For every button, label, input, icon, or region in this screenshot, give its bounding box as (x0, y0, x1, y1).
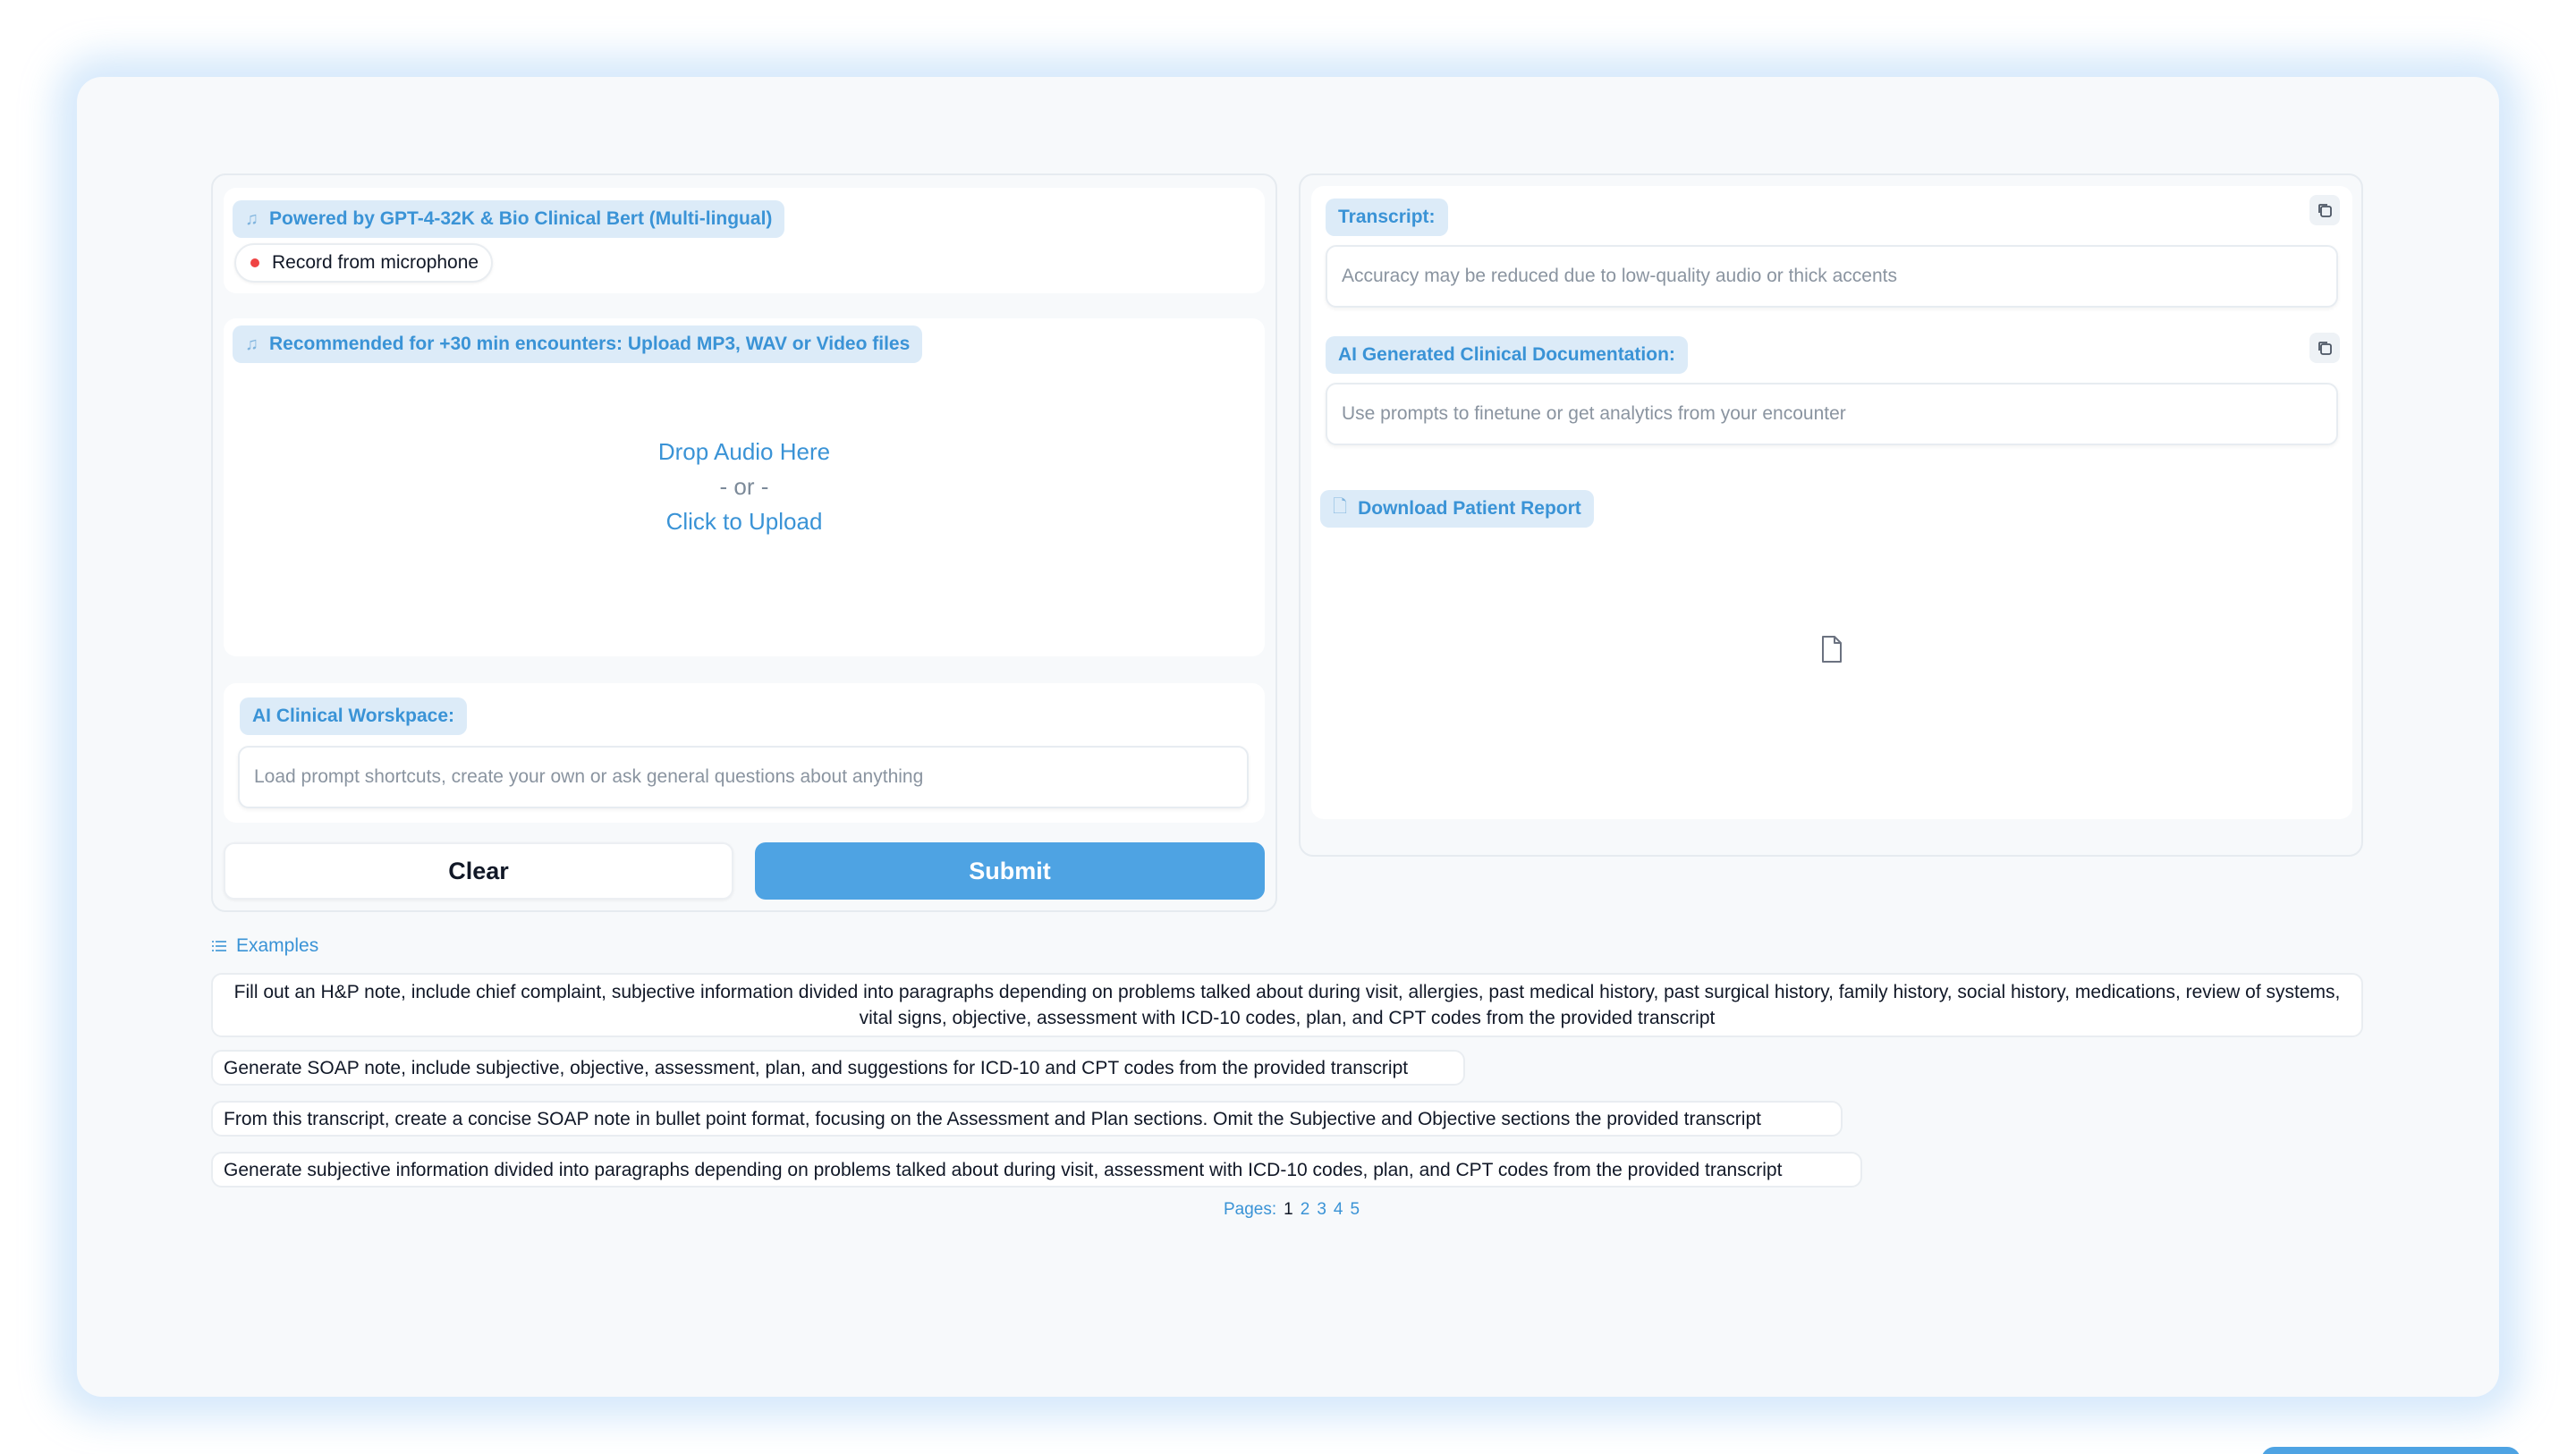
pagination: Pages: 1 2 3 4 5 (1224, 1200, 1360, 1220)
submit-button[interactable]: Submit (755, 842, 1265, 900)
workspace-placeholder: Load prompt shortcuts, create your own o… (254, 766, 924, 787)
music-note-icon: ♫ (245, 208, 258, 229)
music-note-icon: ♫ (245, 334, 258, 354)
clear-button[interactable]: Clear (224, 842, 733, 900)
transcript-placeholder: Accuracy may be reduced due to low-quali… (1342, 266, 1897, 286)
mic-section-label-text: Powered by GPT-4-32K & Bio Clinical Bert… (269, 208, 773, 229)
page-1-link[interactable]: 1 (1284, 1200, 1293, 1220)
transcript-label-text: Transcript: (1338, 207, 1436, 227)
example-text: Generate SOAP note, include subjective, … (224, 1057, 1409, 1078)
clinical-workspace-section: AI Clinical Worskpace: Load prompt short… (224, 683, 1265, 823)
page-5-link[interactable]: 5 (1350, 1200, 1360, 1220)
example-text: Fill out an H&P note, include chief comp… (233, 982, 2341, 1028)
input-panel: ♫ Powered by GPT-4-32K & Bio Clinical Be… (211, 173, 1277, 912)
upload-section-label: ♫ Recommended for +30 min encounters: Up… (233, 325, 923, 363)
transcript-label: Transcript: (1326, 199, 1448, 236)
upload-section-label-text: Recommended for +30 min encounters: Uplo… (269, 334, 911, 354)
file-icon (1822, 636, 1842, 663)
copy-transcript-button[interactable] (2309, 195, 2340, 225)
record-microphone-button[interactable]: Record from microphone (234, 243, 494, 283)
workspace-label: AI Clinical Worskpace: (240, 697, 468, 735)
workspace-input[interactable]: Load prompt shortcuts, create your own o… (238, 746, 1249, 808)
example-text: Generate subjective information divided … (224, 1159, 1783, 1180)
example-text: From this transcript, create a concise S… (224, 1108, 1761, 1129)
drop-audio-text: Drop Audio Here (657, 438, 831, 465)
copy-icon (2318, 342, 2332, 355)
record-label: Record from microphone (272, 252, 479, 273)
list-icon (212, 941, 226, 951)
example-item[interactable]: Generate subjective information divided … (211, 1152, 1862, 1188)
workspace-label-text: AI Clinical Worskpace: (252, 706, 455, 726)
output-panel: Transcript: Accuracy may be reduced due … (1299, 173, 2363, 857)
page-3-link[interactable]: 3 (1317, 1200, 1326, 1220)
examples-title: Examples (236, 935, 319, 956)
drop-or-text: - or - (719, 473, 769, 500)
transcript-output[interactable]: Accuracy may be reduced due to low-quali… (1326, 245, 2338, 308)
example-item[interactable]: Fill out an H&P note, include chief comp… (211, 973, 2363, 1037)
report-file-placeholder (1820, 635, 1843, 668)
documentation-label-text: AI Generated Clinical Documentation: (1338, 344, 1675, 365)
examples-header: Examples (211, 935, 318, 957)
record-dot-icon (250, 258, 259, 267)
floating-action-button[interactable] (2261, 1447, 2521, 1454)
pages-label: Pages: (1224, 1200, 1277, 1219)
copy-documentation-button[interactable] (2309, 333, 2340, 363)
patient-report-label-text: Download Patient Report (1358, 498, 1581, 519)
documentation-placeholder: Use prompts to finetune or get analytics… (1342, 403, 1846, 424)
documentation-output[interactable]: Use prompts to finetune or get analytics… (1326, 383, 2338, 445)
patient-report-label: 🗋 Download Patient Report (1320, 490, 1594, 528)
click-to-upload-text[interactable]: Click to Upload (224, 504, 1265, 539)
documentation-label: AI Generated Clinical Documentation: (1326, 336, 1688, 374)
patient-report-section: 🗋 Download Patient Report (1311, 485, 2352, 819)
mic-section-label: ♫ Powered by GPT-4-32K & Bio Clinical Be… (233, 200, 785, 238)
audio-drop-zone[interactable]: Drop Audio Here - or - Click to Upload (224, 435, 1265, 539)
copy-icon (2318, 204, 2332, 217)
file-icon: 🗋 (1333, 497, 1348, 517)
audio-upload-section: ♫ Recommended for +30 min encounters: Up… (224, 318, 1265, 656)
example-item[interactable]: From this transcript, create a concise S… (211, 1101, 1843, 1137)
microphone-section: ♫ Powered by GPT-4-32K & Bio Clinical Be… (224, 188, 1265, 293)
example-item[interactable]: Generate SOAP note, include subjective, … (211, 1050, 1465, 1086)
page-4-link[interactable]: 4 (1334, 1200, 1343, 1220)
page-2-link[interactable]: 2 (1301, 1200, 1310, 1220)
